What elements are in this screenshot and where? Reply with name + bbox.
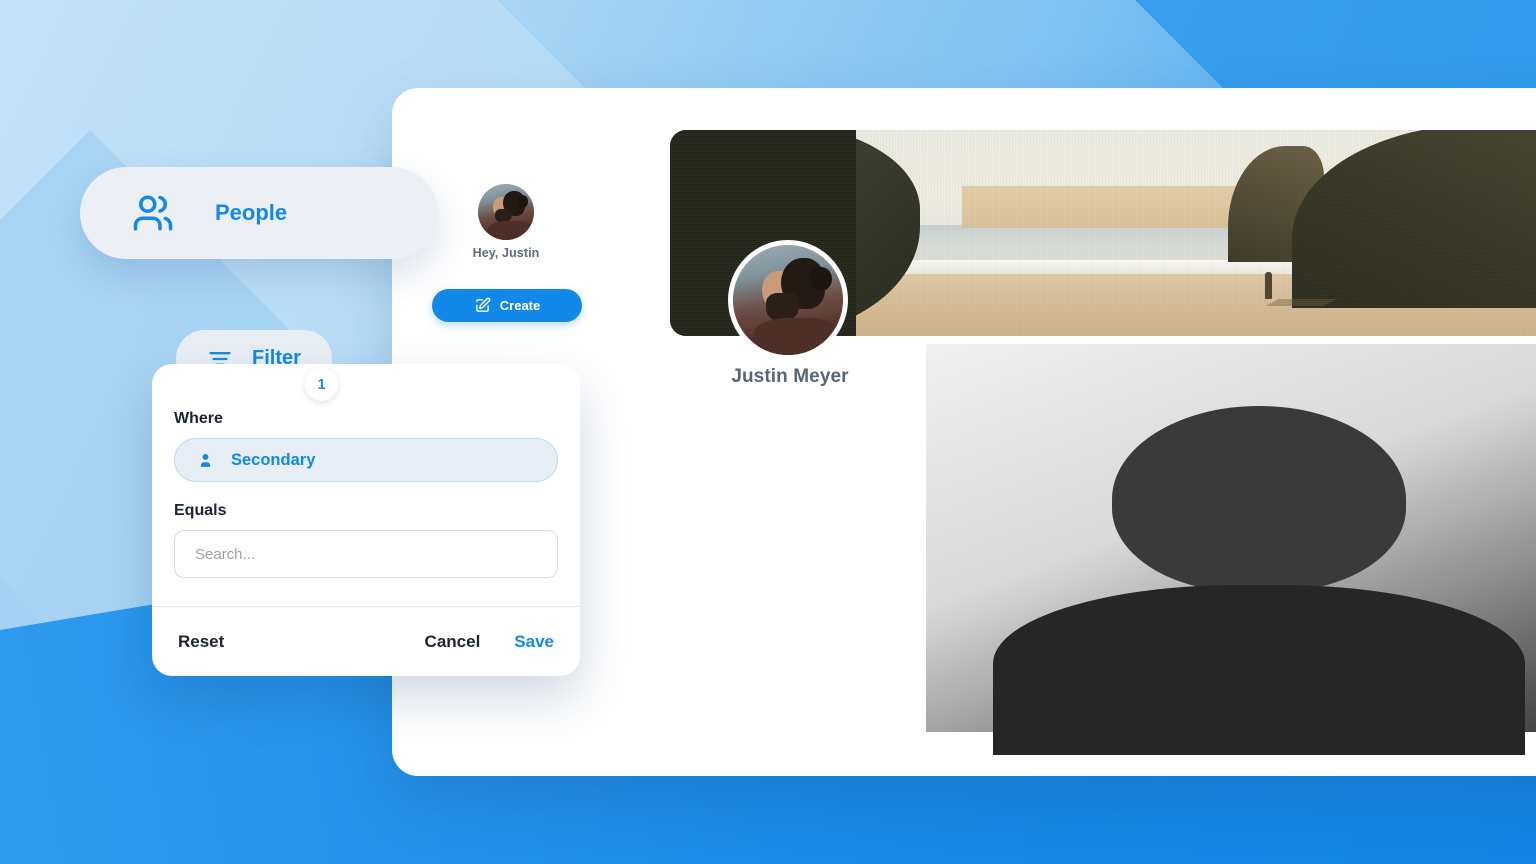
create-button[interactable]: Create	[432, 289, 582, 322]
create-button-label: Create	[499, 298, 541, 313]
profile-area: Justin Meyer Job Role Software Engineer	[670, 88, 1536, 776]
equals-label: Equals	[174, 502, 227, 519]
sidebar-item-label: People	[215, 200, 288, 225]
save-button[interactable]: Save	[514, 632, 554, 652]
page-background: Hey, Justin Create Justin Meyer People F…	[0, 0, 1536, 864]
profile-name: Justin Meyer	[731, 366, 849, 387]
field-vacation-replacement: Vacation Replacement Logan Thompson	[926, 344, 1536, 756]
cancel-button[interactable]: Cancel	[425, 632, 481, 652]
reset-button[interactable]: Reset	[178, 632, 224, 652]
sidebar-item-people[interactable]: People	[80, 167, 438, 259]
search-input[interactable]	[174, 530, 558, 578]
profile-avatar-photo	[733, 245, 843, 355]
vacation-replacement-chip[interactable]: Logan Thompson	[926, 344, 1536, 756]
profile-avatar[interactable]	[728, 240, 848, 360]
filter-panel: Where Secondary Equals Reset Cancel Save	[152, 364, 580, 676]
avatar[interactable]	[478, 184, 534, 240]
where-select-value: Secondary	[231, 450, 316, 469]
edit-square-icon	[474, 297, 491, 314]
where-select[interactable]: Secondary	[174, 438, 558, 482]
person-icon	[197, 452, 214, 469]
people-icon	[132, 192, 174, 234]
avatar	[926, 344, 1536, 756]
detail-column-right: Company appanvil Vacation Replacement	[926, 344, 1536, 756]
where-label: Where	[174, 410, 223, 427]
avatar-photo	[478, 184, 534, 240]
filter-panel-actions: Reset Cancel Save	[152, 607, 580, 676]
detail-card: Job Role Software Engineer Birthday	[926, 344, 1536, 756]
filter-badge-count: 1	[305, 368, 338, 401]
greeting-text: Hey, Justin	[472, 246, 540, 260]
